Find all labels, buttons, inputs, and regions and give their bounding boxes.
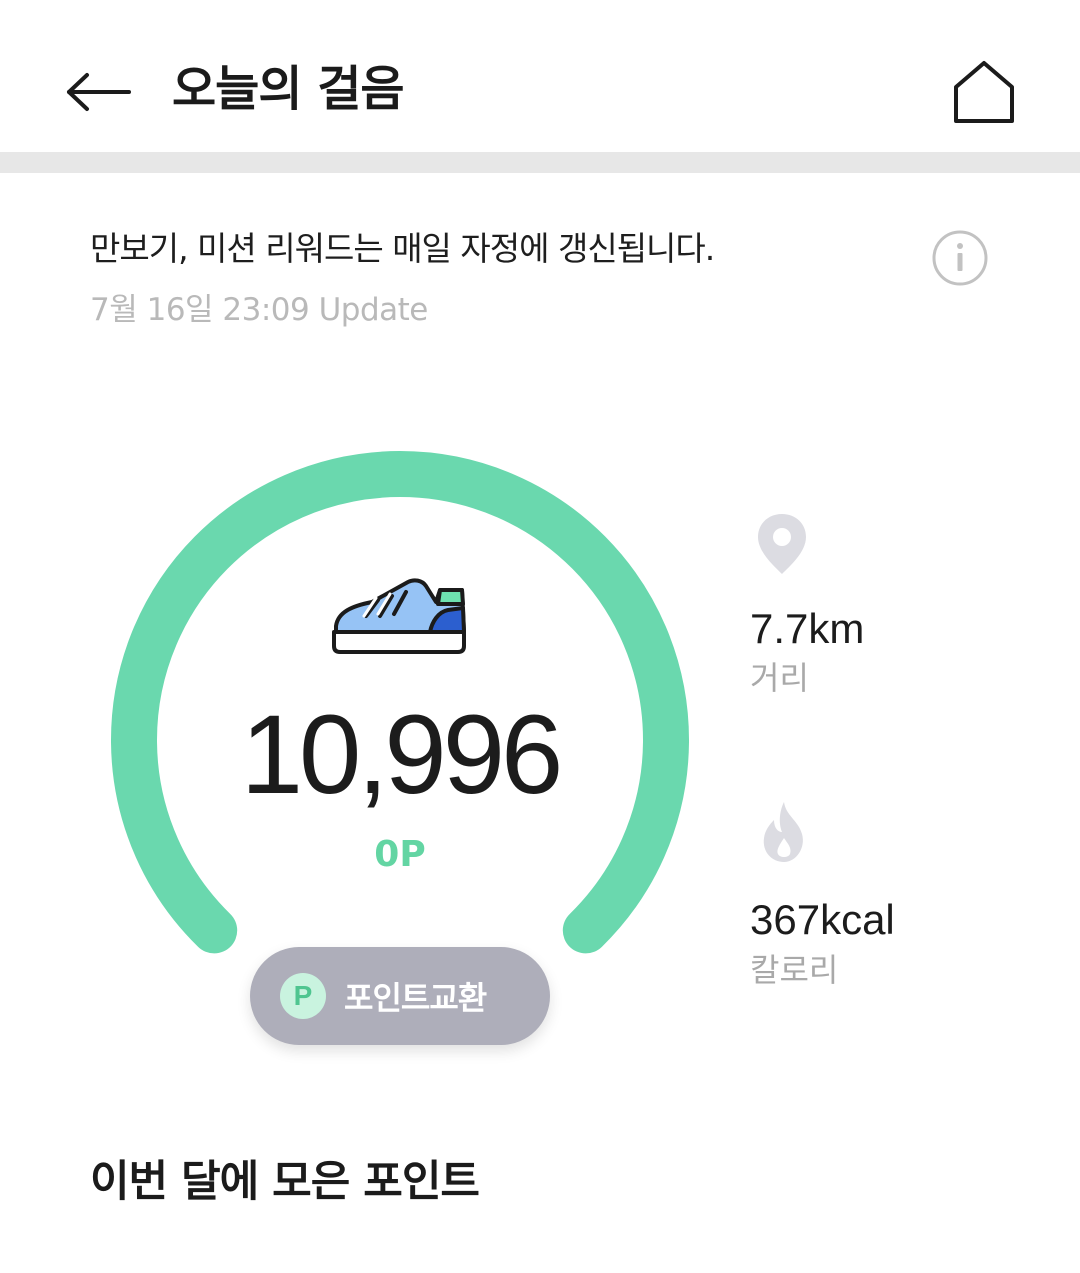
sneaker-icon <box>332 578 466 654</box>
monthly-points-title: 이번 달에 모은 포인트 <box>90 1157 480 1207</box>
calories-value: 367kcal <box>750 896 895 943</box>
back-button[interactable] <box>60 60 136 124</box>
app-header: 오늘의 걸음 <box>0 0 1080 152</box>
step-count: 10,996 <box>240 692 564 817</box>
header-divider <box>0 152 1080 173</box>
reset-notice: 만보기, 미션 리워드는 매일 자정에 갱신됩니다. <box>90 229 715 268</box>
point-exchange-label: 포인트교환 <box>344 979 487 1017</box>
home-icon <box>954 61 1014 123</box>
distance-value: 7.7km <box>750 605 865 652</box>
point-exchange-button[interactable]: P 포인트교환 <box>250 947 550 1045</box>
flame-icon <box>763 802 803 862</box>
distance-label: 거리 <box>750 659 809 697</box>
arrow-left-icon <box>67 73 131 111</box>
point-badge-icon: P <box>280 973 326 1019</box>
info-icon <box>932 230 988 286</box>
page-title: 오늘의 걸음 <box>172 61 405 117</box>
calories-label: 칼로리 <box>750 951 839 989</box>
info-button[interactable] <box>930 228 990 288</box>
update-timestamp: 7월 16일 23:09 Update <box>90 292 428 328</box>
earned-points: 0P <box>374 834 426 875</box>
location-pin-icon <box>758 514 806 574</box>
home-button[interactable] <box>946 54 1022 130</box>
